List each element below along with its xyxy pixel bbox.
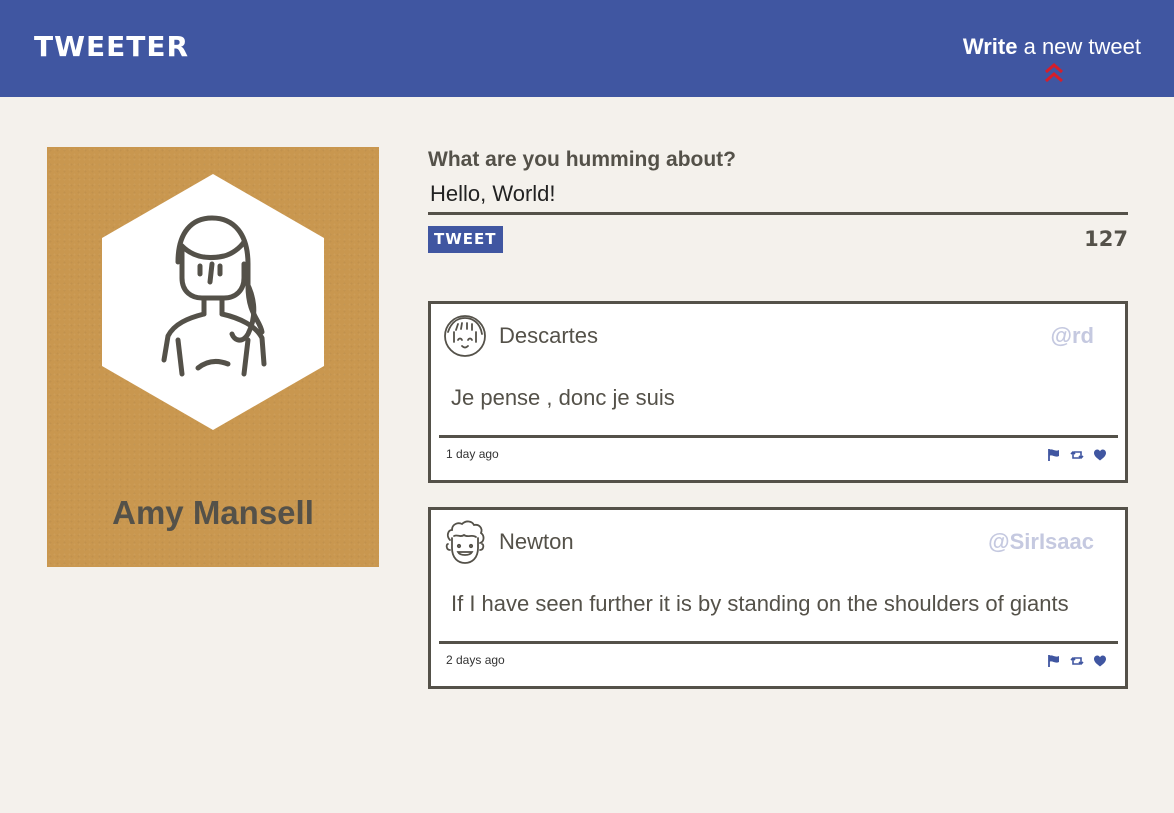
girl-avatar-icon: [444, 315, 486, 357]
retweet-icon[interactable]: [1070, 448, 1084, 462]
retweet-icon[interactable]: [1070, 654, 1084, 668]
profile-card: Amy Mansell: [47, 147, 379, 567]
tweet-actions: [1047, 448, 1107, 462]
flag-icon[interactable]: [1047, 654, 1061, 668]
write-new-tweet-link[interactable]: Write a new tweet: [963, 33, 1141, 61]
top-nav: TWEETER Write a new tweet: [0, 0, 1174, 97]
character-counter: 127: [1084, 227, 1128, 251]
heart-icon[interactable]: [1093, 448, 1107, 462]
tweet-content: Je pense , donc je suis: [451, 385, 675, 410]
tweet-actions: [1047, 654, 1107, 668]
tweet-author-handle[interactable]: @SirIsaac: [988, 528, 1094, 556]
double-chevron-up-icon[interactable]: [1043, 62, 1065, 84]
profile-name: Amy Mansell: [112, 494, 314, 531]
tweet-divider: [439, 641, 1118, 644]
flag-icon[interactable]: [1047, 448, 1061, 462]
tweet-text-input[interactable]: [428, 175, 1128, 215]
tweet-content: If I have seen further it is by standing…: [451, 591, 1069, 616]
tweet-author-handle[interactable]: @rd: [1051, 322, 1094, 350]
compose-rest-label: a new tweet: [1023, 34, 1141, 59]
tweet-divider: [439, 435, 1118, 438]
tweet-author-name: Descartes: [499, 323, 599, 348]
tweet-card: Newton @SirIsaac If I have seen further …: [428, 507, 1128, 689]
compose-strong-label: Write: [962, 34, 1018, 59]
woman-avatar-icon: [102, 174, 324, 430]
tweet-timestamp: 1 day ago: [446, 447, 499, 461]
tweet-timestamp: 2 days ago: [446, 653, 505, 667]
heart-icon[interactable]: [1093, 654, 1107, 668]
app-logo[interactable]: TWEETER: [34, 28, 189, 66]
composer-label: What are you humming about?: [428, 148, 736, 171]
tweet-card: Descartes @rd Je pense , donc je suis 1 …: [428, 301, 1128, 483]
tweet-button[interactable]: TWEET: [428, 226, 503, 253]
tweet-author-name: Newton: [499, 529, 574, 554]
new-tweet-form: What are you humming about? TWEET 127: [428, 145, 1128, 253]
curly-hair-avatar-icon: [445, 520, 485, 564]
